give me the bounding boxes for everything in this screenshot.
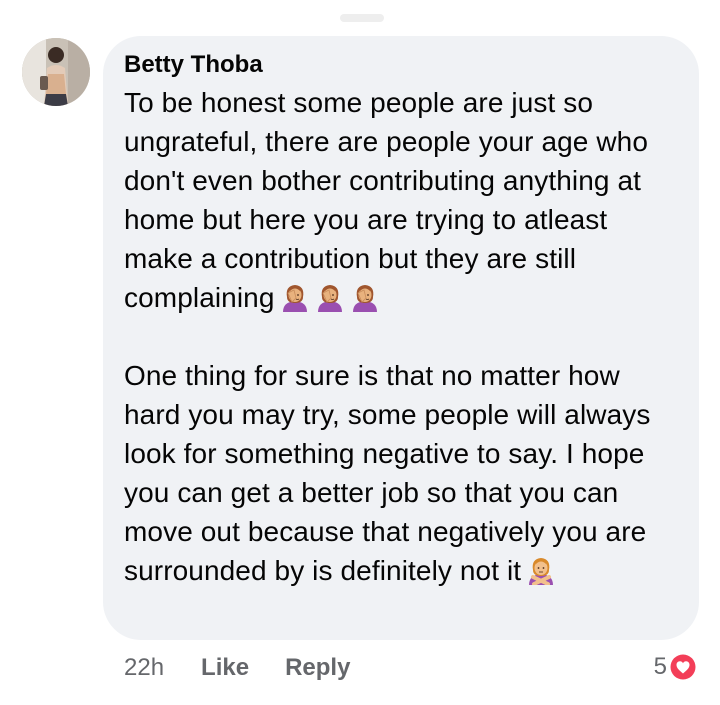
comment-body: To be honest some people are just so ung… [124,83,679,590]
like-button[interactable]: Like [201,654,249,682]
comment-paragraph-2-text: One thing for sure is that no matter how… [124,360,651,586]
woman-facepalming-emoji [350,282,380,312]
comment-bubble: Betty Thoba To be honest some people are… [103,36,699,640]
comment-timestamp[interactable]: 22h [124,654,164,682]
comment-author[interactable]: Betty Thoba [124,50,679,80]
woman-facepalming-emoji [280,282,310,312]
woman-gesturing-no-emoji [526,555,556,585]
top-divider [340,14,384,22]
comment-paragraph-1-text: To be honest some people are just so ung… [124,87,649,313]
reaction-count: 5 [653,653,667,680]
woman-facepalming-emoji [315,282,345,312]
comment-paragraph-1: To be honest some people are just so ung… [124,83,679,317]
avatar-photo [22,38,90,106]
reaction-summary[interactable]: 5 [654,651,698,683]
reply-button[interactable]: Reply [285,654,350,682]
comment-paragraph-2: One thing for sure is that no matter how… [124,356,679,590]
comment-actions: 22h Like Reply [124,652,350,684]
avatar[interactable] [22,38,90,106]
heart-reaction-icon [668,652,698,682]
